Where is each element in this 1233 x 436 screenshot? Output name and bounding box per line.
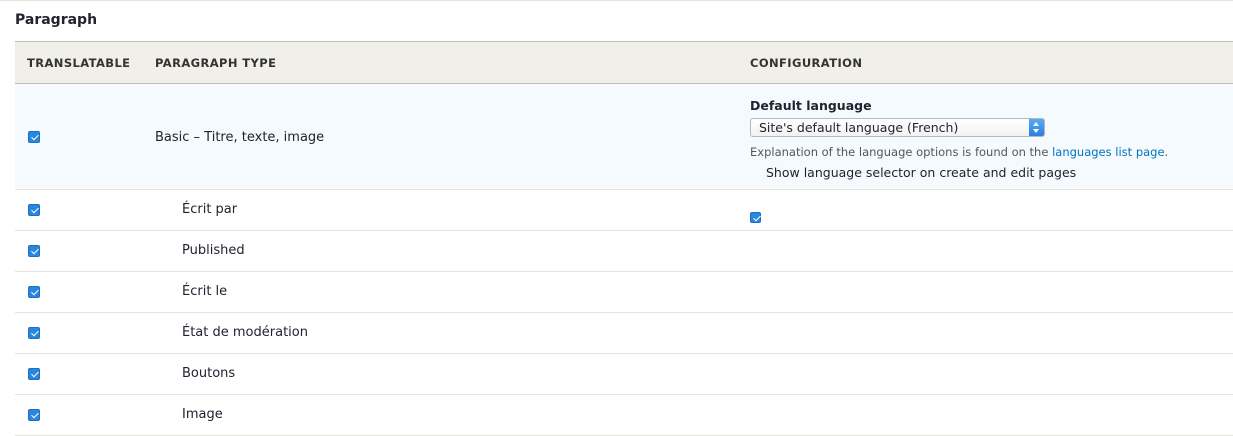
header-paragraph-type: PARAGRAPH TYPE — [155, 56, 277, 70]
translatable-checkbox[interactable] — [28, 409, 40, 421]
select-arrows-icon — [1029, 119, 1044, 136]
table-row: Écrit par — [15, 190, 1233, 231]
field-label: Boutons — [182, 366, 236, 381]
table-row: Boutons — [15, 354, 1233, 395]
language-explanation: Explanation of the language options is f… — [750, 145, 1230, 159]
translatable-checkbox[interactable] — [28, 327, 40, 339]
default-language-label: Default language — [750, 98, 872, 113]
translatable-checkbox[interactable] — [28, 245, 40, 257]
configuration-cell: Default language Site's default language… — [750, 98, 1230, 223]
header-configuration: CONFIGURATION — [750, 56, 863, 70]
field-label: État de modération — [182, 325, 308, 340]
explanation-prefix: Explanation of the language options is f… — [750, 145, 1053, 159]
header-translatable: TRANSLATABLE — [27, 56, 131, 70]
table-header: TRANSLATABLE PARAGRAPH TYPE CONFIGURATIO… — [15, 42, 1233, 84]
table-row-basic: Basic – Titre, texte, image Default lang… — [15, 84, 1233, 223]
table-row: Image — [15, 395, 1233, 436]
field-label: Image — [182, 407, 223, 422]
table-row: Published — [15, 231, 1233, 272]
table-row: État de modération — [15, 313, 1233, 354]
translation-settings-table: TRANSLATABLE PARAGRAPH TYPE CONFIGURATIO… — [15, 41, 1233, 436]
paragraph-type-label: Basic – Titre, texte, image — [155, 130, 325, 145]
explanation-suffix: . — [1164, 145, 1169, 159]
translatable-checkbox-basic[interactable] — [28, 131, 40, 143]
show-language-selector: Show language selector on create and edi… — [750, 165, 1230, 223]
default-language-value: Site's default language (French) — [759, 120, 959, 135]
default-language-select[interactable]: Site's default language (French) — [750, 118, 1045, 137]
translatable-checkbox[interactable] — [28, 204, 40, 216]
table-row: Écrit le — [15, 272, 1233, 313]
languages-list-link[interactable]: languages list page — [1052, 145, 1164, 159]
field-label: Écrit par — [182, 202, 238, 217]
show-language-selector-label[interactable]: Show language selector on create and edi… — [766, 165, 1076, 180]
field-label: Published — [182, 243, 245, 258]
section-title: Paragraph — [15, 12, 98, 28]
translatable-checkbox[interactable] — [28, 368, 40, 380]
top-divider — [0, 0, 1233, 1]
translatable-checkbox[interactable] — [28, 286, 40, 298]
field-label: Écrit le — [182, 284, 228, 299]
